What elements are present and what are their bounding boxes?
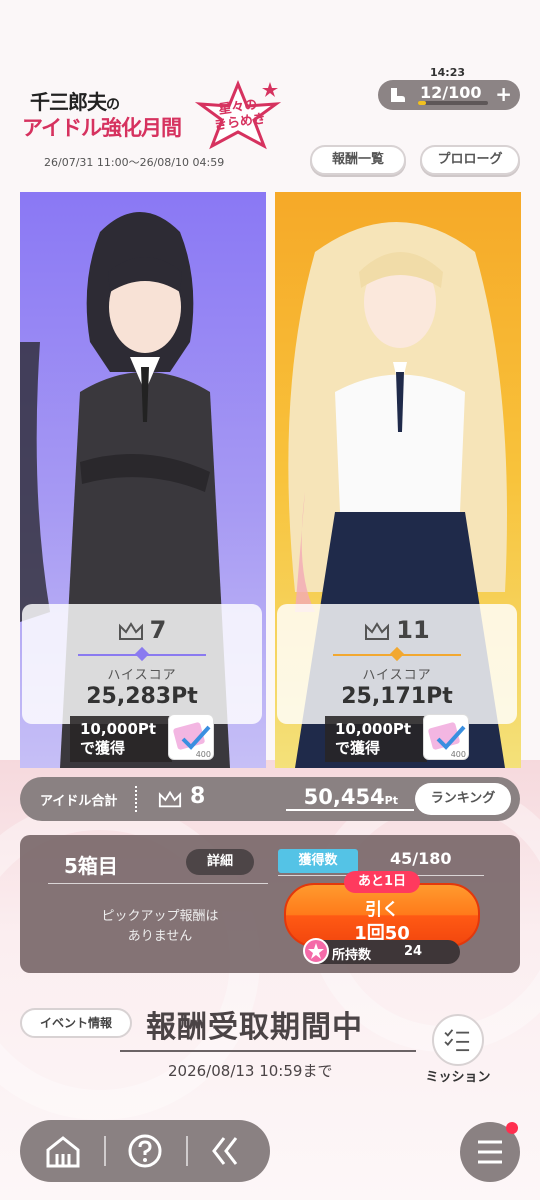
event-info-button[interactable]: イベント情報	[20, 1008, 132, 1038]
boot-icon	[391, 88, 405, 102]
owned-label: 所持数	[332, 948, 372, 963]
stamina-value: 12/100	[420, 83, 482, 102]
stamina-gauge[interactable]: 12/100 +	[378, 80, 520, 110]
stamina-bar-fill	[418, 101, 427, 105]
stamina-add-button[interactable]: +	[495, 82, 512, 106]
stamina-recovery-time: 14:23	[430, 66, 466, 79]
owned-count-bar: 所持数 24	[308, 940, 460, 964]
ranking-button[interactable]: ランキング	[415, 783, 511, 815]
idol-total-label: アイドル合計	[40, 794, 118, 809]
crown-icon	[118, 622, 143, 640]
no-pickup-text: ピックアップ報酬は ありません	[101, 909, 219, 944]
mission-button[interactable]	[432, 1014, 484, 1066]
notification-dot	[506, 1122, 518, 1134]
help-icon[interactable]	[122, 1128, 168, 1174]
event-status: 報酬受取期間中	[146, 1010, 363, 1045]
high-score-label: ハイスコア	[107, 668, 177, 683]
event-logo: 千三郎夫の アイドル強化月間 星々の きらめき	[22, 80, 282, 160]
total-separator	[135, 786, 137, 812]
reward-condition: 10,000Pt で獲得	[325, 716, 427, 762]
crown-count: 11	[396, 616, 430, 644]
draw-label: 引く	[365, 900, 399, 920]
crown-count: 7	[149, 616, 167, 644]
score-divider	[78, 646, 206, 662]
event-period: 26/07/31 11:00～26/08/10 04:59	[44, 156, 225, 169]
high-score-value: 25,171Pt	[341, 684, 453, 709]
logo-title-particle: の	[106, 97, 120, 113]
back-icon[interactable]	[202, 1128, 248, 1174]
detail-button[interactable]: 詳細	[186, 849, 254, 875]
mission-label: ミッション	[425, 1070, 491, 1085]
idol-card-right[interactable]: 11 ハイスコア 25,171Pt 10,000Pt で獲得 400	[275, 192, 521, 768]
nav-separator	[186, 1136, 188, 1166]
obtained-count-value: 45/180	[390, 849, 452, 868]
mission-icon	[444, 1029, 470, 1052]
reward-condition: 10,000Pt で獲得	[70, 716, 172, 762]
reward-ticket[interactable]: 400	[168, 714, 214, 760]
high-score-value: 25,283Pt	[86, 684, 198, 709]
prologue-button[interactable]: プロローグ	[420, 145, 520, 175]
rewards-list-button[interactable]: 報酬一覧	[310, 145, 406, 175]
crown-icon	[158, 790, 182, 808]
owned-value: 24	[404, 944, 423, 959]
logo-title-main: アイドル強化月間	[22, 115, 182, 140]
remaining-days-badge: あと1日	[344, 871, 420, 893]
total-points-unit: Pt	[384, 794, 398, 807]
crown-icon	[365, 622, 390, 640]
high-score-label: ハイスコア	[362, 668, 432, 683]
reward-qty: 400	[195, 750, 211, 759]
obtained-count-label: 獲得数	[278, 849, 358, 873]
bottom-nav	[20, 1120, 270, 1182]
stamina-bar	[418, 101, 488, 105]
total-points: 50,454Pt	[286, 785, 414, 811]
reward-qty: 400	[450, 750, 466, 759]
idol-card-left[interactable]: 7 ハイスコア 25,283Pt 10,000Pt で獲得 400	[20, 192, 266, 768]
event-status-underline	[120, 1050, 416, 1052]
box-number: 5箱目	[64, 854, 118, 878]
box-underline	[48, 883, 268, 884]
score-panel-right: 11 ハイスコア 25,171Pt	[277, 604, 517, 724]
nav-separator	[104, 1136, 106, 1166]
score-panel-left: 7 ハイスコア 25,283Pt	[22, 604, 262, 724]
home-icon[interactable]	[40, 1128, 86, 1174]
total-points-value: 50,454	[303, 785, 385, 809]
event-deadline: 2026/08/13 10:59まで	[168, 1062, 333, 1080]
idol-total-bar: アイドル合計 8 50,454Pt ランキング	[20, 777, 520, 821]
logo-title-name: 千三郎夫	[30, 90, 107, 114]
reward-ticket[interactable]: 400	[423, 714, 469, 760]
total-crowns: 8	[190, 784, 206, 809]
score-divider	[333, 646, 461, 662]
box-gacha-panel: 5箱目 詳細 ピックアップ報酬は ありません 獲得数 45/180 引く 1回5…	[20, 835, 520, 973]
gem-icon	[303, 938, 329, 964]
